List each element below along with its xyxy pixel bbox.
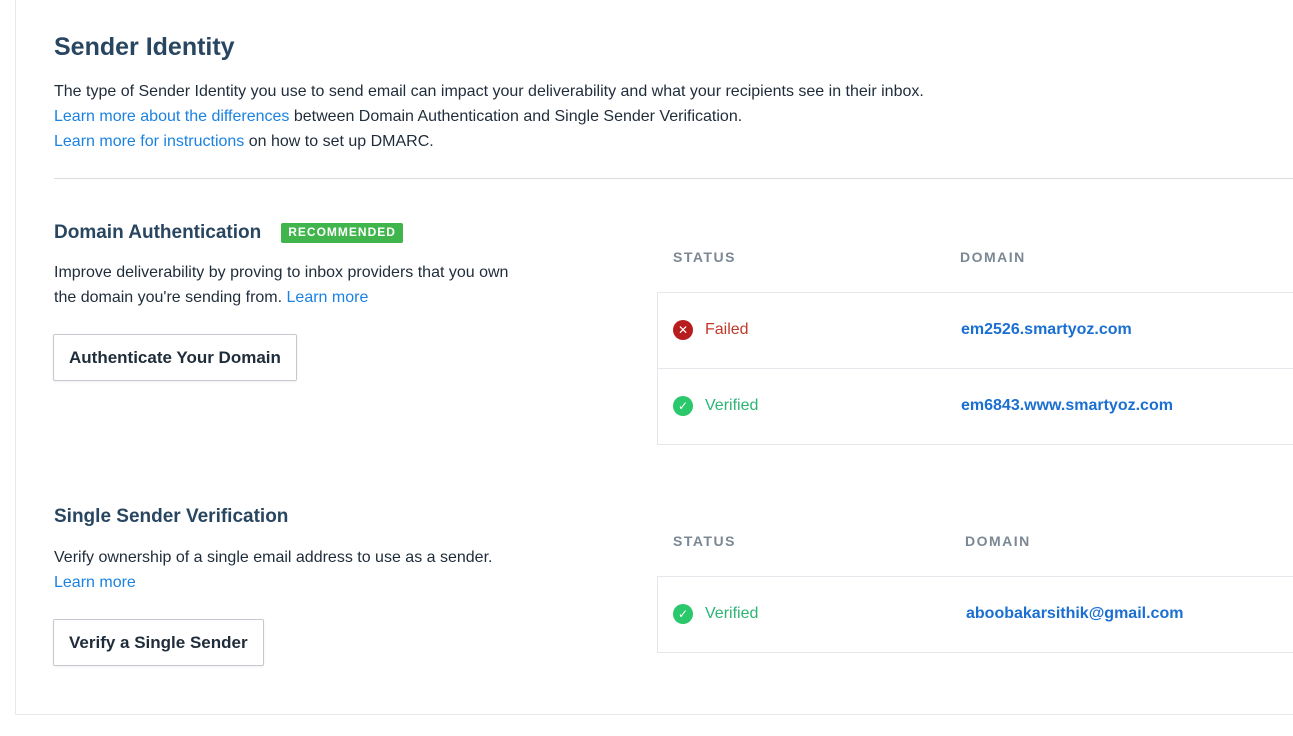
status-cell: ✓ Verified	[673, 604, 758, 624]
intro-line-3: Learn more for instructions on how to se…	[54, 129, 924, 154]
domain-auth-domain-header: DOMAIN	[960, 249, 1026, 265]
table-row: ✓ Verified aboobakarsithik@gmail.com	[658, 577, 1293, 653]
recommended-badge: RECOMMENDED	[281, 223, 403, 243]
authenticate-domain-button[interactable]: Authenticate Your Domain	[53, 334, 297, 381]
dmarc-instructions-link[interactable]: Learn more for instructions	[54, 133, 244, 150]
single-sender-domain-header: DOMAIN	[965, 533, 1031, 549]
single-sender-table: ✓ Verified aboobakarsithik@gmail.com	[657, 576, 1293, 653]
sender-email-link[interactable]: aboobakarsithik@gmail.com	[966, 605, 1183, 623]
domain-auth-header: Domain Authentication RECOMMENDED	[54, 222, 403, 244]
single-sender-desc-line-1: Verify ownership of a single email addre…	[54, 549, 493, 566]
domain-auth-desc-line-1: Improve deliverability by proving to inb…	[54, 264, 509, 281]
intro-line-1: The type of Sender Identity you use to s…	[54, 83, 924, 100]
divider	[54, 178, 1293, 179]
status-cell: ✓ Verified	[673, 396, 758, 416]
x-circle-icon: ✕	[673, 320, 693, 340]
domain-link[interactable]: em2526.smartyoz.com	[961, 321, 1132, 339]
domain-auth-title: Domain Authentication	[54, 222, 262, 243]
domain-auth-desc-text: the domain you're sending from.	[54, 289, 283, 306]
verify-single-sender-button[interactable]: Verify a Single Sender	[53, 619, 264, 666]
check-circle-icon: ✓	[673, 396, 693, 416]
domain-auth-table: ✕ Failed em2526.smartyoz.com ✓ Verified …	[657, 292, 1293, 445]
intro-line-3-text: on how to set up DMARC.	[244, 133, 434, 150]
table-row: ✕ Failed em2526.smartyoz.com	[658, 293, 1293, 369]
status-label: Verified	[705, 605, 759, 622]
intro-line-2-text: between Domain Authentication and Single…	[289, 108, 743, 125]
check-circle-icon: ✓	[673, 604, 693, 624]
status-cell: ✕ Failed	[673, 320, 749, 340]
learn-differences-link[interactable]: Learn more about the differences	[54, 108, 289, 125]
domain-auth-status-header: STATUS	[673, 249, 736, 265]
intro-text: The type of Sender Identity you use to s…	[54, 79, 924, 154]
domain-auth-description: Improve deliverability by proving to inb…	[54, 260, 574, 310]
table-row: ✓ Verified em6843.www.smartyoz.com	[658, 369, 1293, 445]
page-title: Sender Identity	[54, 33, 235, 61]
domain-link[interactable]: em6843.www.smartyoz.com	[961, 397, 1173, 415]
single-sender-desc-line-2: Learn more	[54, 570, 574, 595]
domain-auth-desc-line-2: the domain you're sending from. Learn mo…	[54, 285, 574, 310]
status-label: Failed	[705, 321, 749, 338]
status-label: Verified	[705, 397, 759, 414]
domain-auth-learn-more-link[interactable]: Learn more	[287, 289, 369, 306]
single-sender-description: Verify ownership of a single email addre…	[54, 545, 574, 595]
single-sender-status-header: STATUS	[673, 533, 736, 549]
single-sender-learn-more-link[interactable]: Learn more	[54, 574, 136, 591]
single-sender-title: Single Sender Verification	[54, 506, 289, 527]
intro-line-2: Learn more about the differences between…	[54, 104, 924, 129]
